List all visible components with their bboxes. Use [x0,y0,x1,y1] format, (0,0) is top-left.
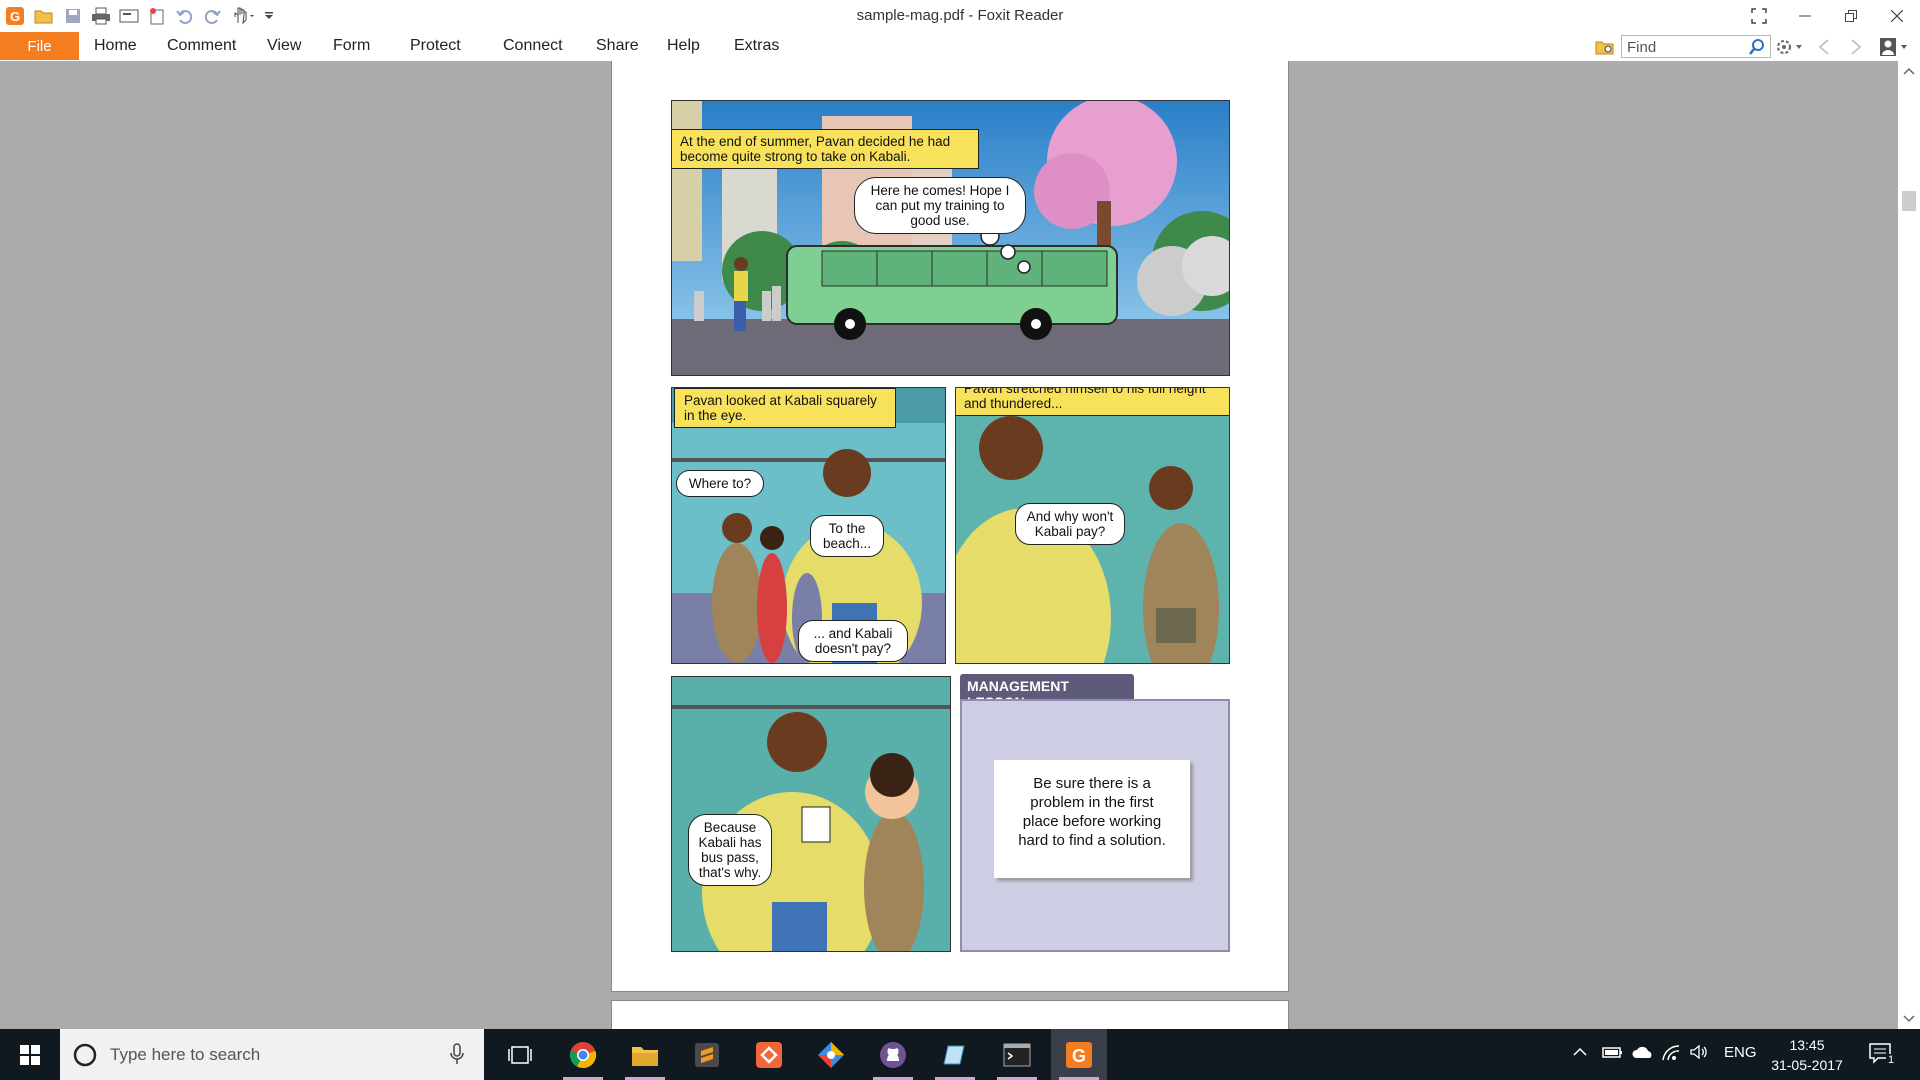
git-app-icon[interactable] [803,1029,859,1080]
search-icon[interactable] [1746,36,1768,58]
command-prompt-icon[interactable] [989,1029,1045,1080]
fullscreen-icon[interactable] [1736,0,1782,32]
panel3-caption: Pavan stretched himself to his full heig… [956,388,1229,416]
onedrive-icon[interactable] [1631,1044,1655,1064]
notification-count-badge: 1 [1886,1054,1897,1066]
create-pdf-icon[interactable] [146,5,168,27]
clock-time: 13:45 [1789,1037,1825,1053]
language-indicator[interactable]: ENG [1724,1044,1757,1061]
vertical-scrollbar[interactable] [1898,61,1920,1029]
app-orange-icon[interactable] [741,1029,797,1080]
svg-text:G: G [1072,1046,1086,1066]
tab-file[interactable]: File [0,32,79,60]
wifi-icon[interactable] [1661,1044,1681,1066]
panel2-bubble-beach: To the beach... [810,515,884,557]
taskbar-search-box[interactable]: Type here to search [60,1029,484,1080]
tab-connect[interactable]: Connect [503,37,563,55]
taskbar: Type here to search G ENG 13:45 31-05-20… [0,1029,1920,1080]
tab-help[interactable]: Help [667,37,700,55]
tab-extras[interactable]: Extras [734,37,779,55]
ribbon-tabs: File Home Comment View Form Protect Conn… [0,32,1920,61]
comic-panel-street: At the end of summer, Pavan decided he h… [671,100,1230,376]
svg-text:G: G [10,9,20,24]
lesson-header: MANAGEMENT LESSON [960,674,1134,710]
pdf-page: At the end of summer, Pavan decided he h… [611,61,1289,992]
panel1-caption: At the end of summer, Pavan decided he h… [672,129,979,169]
scroll-up-icon[interactable] [1898,61,1920,81]
save-icon[interactable] [62,5,84,27]
tab-share[interactable]: Share [596,37,639,55]
chrome-icon[interactable] [555,1029,611,1080]
foxit-reader-taskbar-icon[interactable]: G [1051,1029,1107,1080]
tab-form[interactable]: Form [333,37,370,55]
customize-toolbar-icon[interactable] [262,5,276,27]
minimize-button[interactable] [1782,0,1828,32]
show-hidden-icons-icon[interactable] [1572,1044,1588,1064]
lesson-box: Be sure there is a problem in the first … [960,699,1230,952]
open-folder-icon[interactable] [33,5,55,27]
settings-gear-icon[interactable] [1774,36,1806,58]
comic-panel-confrontation: Pavan stretched himself to his full heig… [955,387,1230,664]
next-view-icon[interactable] [1845,36,1867,58]
foxit-logo-icon[interactable]: G [4,5,26,27]
scan-icon[interactable] [118,5,140,27]
volume-icon[interactable] [1689,1044,1709,1064]
clock-date: 31-05-2017 [1771,1057,1843,1073]
scrollbar-thumb[interactable] [1902,191,1916,211]
hand-tool-icon[interactable] [232,5,254,27]
previous-view-icon[interactable] [1813,36,1835,58]
panel1-thought-bubble: Here he comes! Hope I can put my trainin… [854,177,1026,234]
restore-button[interactable] [1828,0,1874,32]
cortana-circle-icon [73,1043,97,1066]
window-title: sample-mag.pdf - Foxit Reader [856,7,1064,24]
sublime-text-icon[interactable] [679,1029,735,1080]
lesson-text: Be sure there is a problem in the first … [994,760,1190,878]
taskbar-search-placeholder: Type here to search [110,1044,261,1064]
microphone-icon[interactable] [450,1043,464,1065]
panel2-bubble-kabali: ... and Kabali doesn't pay? [798,620,908,662]
battery-icon[interactable] [1602,1044,1624,1064]
comic-panel-bus-stop: Pavan looked at Kabali squarely in the e… [671,387,946,664]
scroll-down-icon[interactable] [1898,1009,1920,1029]
panel4-bubble: Because Kabali has bus pass, that's why. [688,814,772,886]
notepad-app-icon[interactable] [927,1029,983,1080]
undo-icon[interactable] [174,5,196,27]
print-icon[interactable] [90,5,112,27]
document-viewport[interactable]: At the end of summer, Pavan decided he h… [0,61,1898,1029]
action-center-icon[interactable]: 1 [1868,1042,1897,1070]
close-button[interactable] [1874,0,1920,32]
tab-comment[interactable]: Comment [167,37,236,55]
title-bar: G sample-mag.pdf - Foxit Reader [0,0,1920,32]
task-view-icon[interactable] [492,1029,548,1080]
panel3-bubble: And why won't Kabali pay? [1015,503,1125,545]
search-folder-icon[interactable] [1594,36,1616,58]
account-icon[interactable] [1877,36,1911,58]
tab-home[interactable]: Home [94,37,137,55]
github-desktop-icon[interactable] [865,1029,921,1080]
panel2-caption: Pavan looked at Kabali squarely in the e… [674,388,896,428]
start-windows-icon[interactable] [2,1029,58,1080]
pdf-next-page [611,1000,1289,1029]
file-explorer-icon[interactable] [617,1029,673,1080]
taskbar-clock[interactable]: 13:45 31-05-2017 [1762,1035,1852,1075]
comic-panel-bus-pass: Because Kabali has bus pass, that's why. [671,676,951,952]
redo-icon[interactable] [201,5,223,27]
panel2-bubble-where: Where to? [676,470,764,497]
tab-protect[interactable]: Protect [410,37,461,55]
tab-view[interactable]: View [267,37,301,55]
